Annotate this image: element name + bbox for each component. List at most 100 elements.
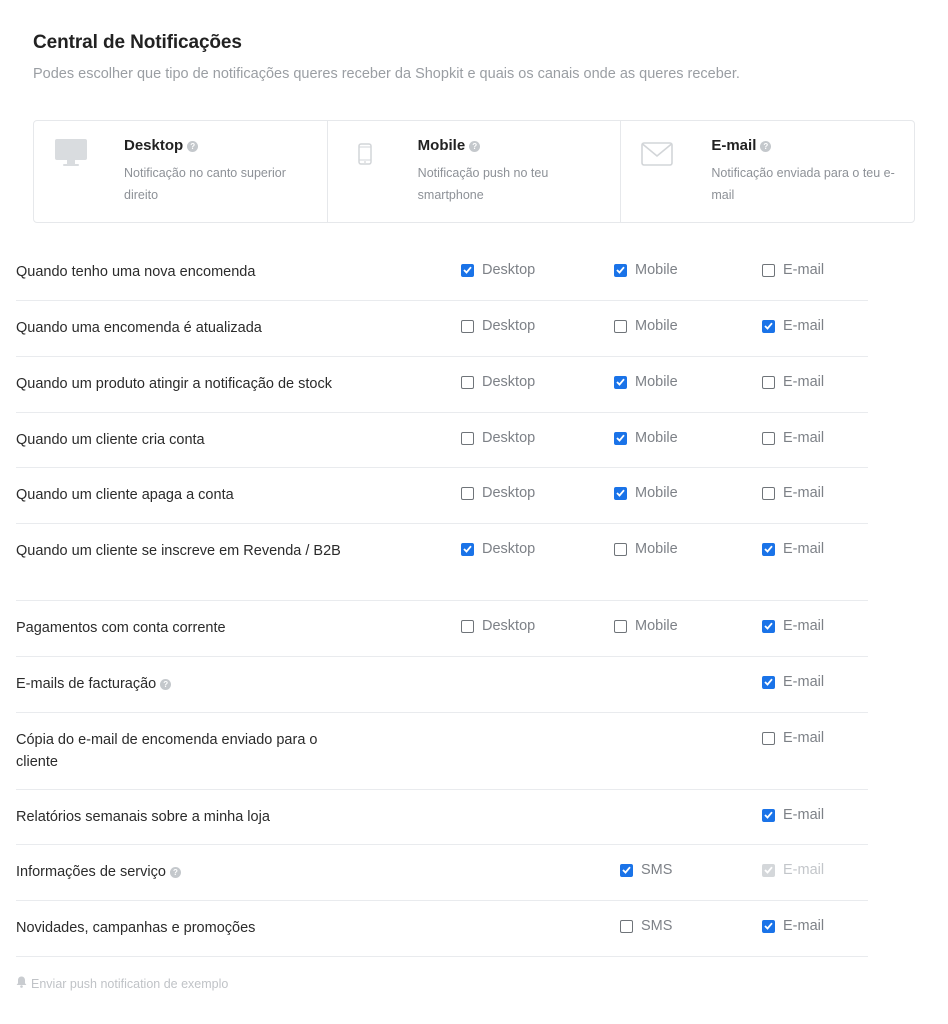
mobile-option[interactable]: Mobile [614, 430, 678, 446]
email-checkbox[interactable] [762, 319, 775, 333]
email-option[interactable]: E-mail [762, 318, 824, 334]
row-label: Relatórios semanais sobre a minha loja [16, 806, 356, 828]
desktop-option-label: Desktop [482, 318, 536, 334]
email-checkbox[interactable] [762, 542, 775, 556]
desktop-option[interactable]: Desktop [461, 262, 535, 278]
desktop-checkbox[interactable] [461, 619, 474, 633]
desktop-checkbox[interactable] [461, 431, 474, 445]
row-label: Informações de serviço? [16, 861, 356, 883]
mobile-checkbox[interactable] [614, 431, 627, 445]
help-icon[interactable]: ? [469, 141, 481, 152]
mobile-checkbox[interactable] [614, 263, 627, 277]
mobile-option[interactable]: Mobile [614, 541, 678, 557]
email-option-label: E-mail [783, 318, 825, 334]
mobile-option[interactable]: Mobile [614, 618, 678, 634]
email-option[interactable]: E-mail [762, 807, 824, 823]
help-icon[interactable]: ? [160, 679, 172, 690]
sms-option[interactable]: SMS [620, 862, 672, 878]
email-option[interactable]: E-mail [762, 618, 824, 634]
desktop-option[interactable]: Desktop [461, 541, 535, 557]
help-icon[interactable]: ? [169, 867, 181, 878]
email-checkbox[interactable] [762, 486, 775, 500]
desktop-option-label: Desktop [482, 374, 536, 390]
mobile-option[interactable]: Mobile [614, 318, 678, 334]
desktop-checkbox[interactable] [461, 319, 474, 333]
email-checkbox[interactable] [762, 808, 775, 822]
email-option-label: E-mail [783, 807, 825, 823]
row-label-text: Pagamentos com conta corrente [16, 620, 226, 636]
row-label: Quando um produto atingir a notificação … [16, 373, 356, 395]
email-option[interactable]: E-mail [762, 430, 824, 446]
email-checkbox[interactable] [762, 263, 775, 277]
row-label-text: Cópia do e-mail de encomenda enviado par… [16, 732, 318, 770]
email-option-label: E-mail [783, 674, 825, 690]
row-label: Quando um cliente se inscreve em Revenda… [16, 540, 356, 562]
row-label-text: E-mails de facturação [16, 676, 157, 692]
email-option-label: E-mail [783, 618, 825, 634]
email-option-label: E-mail [783, 862, 825, 878]
notification-row: Pagamentos com conta corrente Desktop Mobi… [16, 601, 868, 657]
mobile-checkbox[interactable] [614, 375, 627, 389]
channel-mobile: Mobile? Notificação push no teu smartpho… [328, 121, 622, 222]
notification-row: E-mails de facturação? E-mail [16, 657, 868, 713]
email-option[interactable]: E-mail [762, 730, 824, 746]
desktop-option[interactable]: Desktop [461, 430, 535, 446]
desktop-option[interactable]: Desktop [461, 374, 535, 390]
channel-name: Desktop? [124, 137, 199, 154]
email-option-label: E-mail [783, 541, 825, 557]
email-option[interactable]: E-mail [762, 918, 824, 934]
notification-row: Relatórios semanais sobre a minha loja E-… [16, 790, 868, 845]
channel-name: Mobile? [418, 137, 481, 154]
email-option: E-mail [762, 862, 824, 878]
row-label: Quando tenho uma nova encomenda [16, 261, 356, 283]
mobile-option[interactable]: Mobile [614, 374, 678, 390]
mobile-option[interactable]: Mobile [614, 262, 678, 278]
desktop-checkbox[interactable] [461, 542, 474, 556]
email-option[interactable]: E-mail [762, 374, 824, 390]
desktop-checkbox[interactable] [461, 263, 474, 277]
mobile-option-label: Mobile [635, 262, 678, 278]
sms-checkbox[interactable] [620, 919, 633, 933]
help-icon[interactable]: ? [187, 141, 199, 152]
sms-option[interactable]: SMS [620, 918, 672, 934]
row-label-text: Quando um cliente se inscreve em Revenda… [16, 543, 341, 559]
desktop-option-label: Desktop [482, 430, 536, 446]
send-push-example-link[interactable]: Enviar push notification de exemplo [16, 976, 228, 991]
email-option[interactable]: E-mail [762, 262, 824, 278]
email-checkbox[interactable] [762, 731, 775, 745]
mobile-checkbox[interactable] [614, 319, 627, 333]
notification-row: Quando tenho uma nova encomenda Desktop Mo… [16, 245, 868, 301]
row-label: Quando um cliente apaga a conta [16, 484, 356, 506]
channel-email: E-mail? Notificação enviada para o teu e… [621, 121, 914, 222]
desktop-option-label: Desktop [482, 485, 536, 501]
notification-row: Quando um cliente apaga a conta Desktop Mo… [16, 468, 868, 524]
mobile-option-label: Mobile [635, 541, 678, 557]
help-icon[interactable]: ? [760, 141, 772, 152]
email-option[interactable]: E-mail [762, 541, 824, 557]
email-option[interactable]: E-mail [762, 674, 824, 690]
sms-option-label: SMS [641, 918, 673, 934]
email-checkbox[interactable] [762, 619, 775, 633]
email-checkbox[interactable] [762, 675, 775, 689]
desktop-option[interactable]: Desktop [461, 318, 535, 334]
desktop-option[interactable]: Desktop [461, 485, 535, 501]
email-checkbox[interactable] [762, 375, 775, 389]
desktop-checkbox[interactable] [461, 486, 474, 500]
row-label-text: Quando um cliente apaga a conta [16, 487, 234, 503]
mobile-checkbox[interactable] [614, 542, 627, 556]
email-checkbox[interactable] [762, 919, 775, 933]
smartphone-icon [357, 143, 372, 170]
push-link-label: Enviar push notification de exemplo [31, 976, 229, 991]
notification-row: Quando um cliente se inscreve em Revenda… [16, 524, 868, 601]
desktop-option[interactable]: Desktop [461, 618, 535, 634]
email-checkbox[interactable] [762, 431, 775, 445]
sms-checkbox[interactable] [620, 863, 633, 877]
mobile-option[interactable]: Mobile [614, 485, 678, 501]
email-checkbox [762, 863, 775, 877]
desktop-checkbox[interactable] [461, 375, 474, 389]
mobile-checkbox[interactable] [614, 486, 627, 500]
email-option[interactable]: E-mail [762, 485, 824, 501]
envelope-icon [641, 142, 674, 171]
mobile-checkbox[interactable] [614, 619, 627, 633]
notification-row: Informações de serviço? SMS E-mail [16, 845, 868, 901]
